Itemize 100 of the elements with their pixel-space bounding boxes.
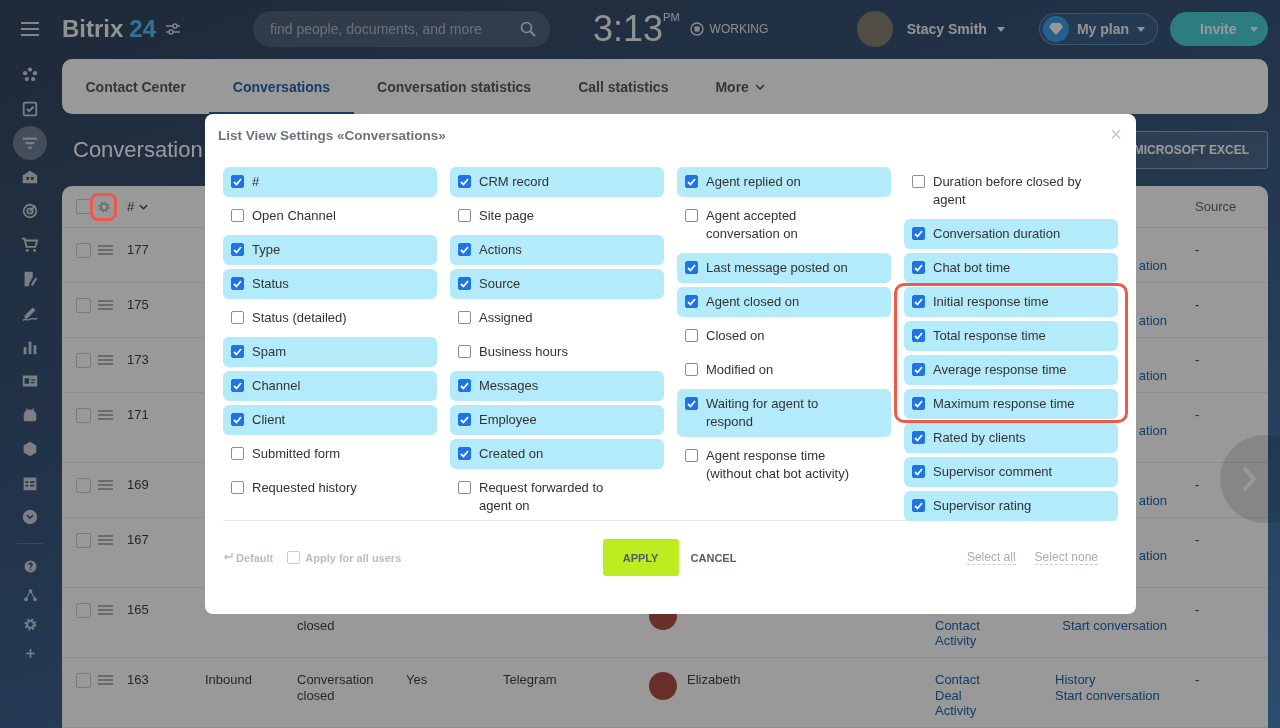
settings-icon[interactable] — [96, 199, 111, 214]
column-option[interactable]: Business hours — [450, 337, 664, 367]
checkbox[interactable] — [231, 345, 244, 358]
column-option[interactable]: Channel — [223, 371, 437, 401]
checkbox[interactable] — [685, 397, 698, 410]
column-option[interactable]: Modified on — [677, 355, 891, 385]
entity-link[interactable]: Contact — [935, 672, 980, 688]
column-option[interactable]: Status — [223, 269, 437, 299]
checkbox[interactable] — [231, 243, 244, 256]
checkbox[interactable] — [685, 295, 698, 308]
row-checkbox[interactable] — [76, 533, 91, 548]
work-status-button[interactable]: WORKING — [689, 22, 769, 36]
tab[interactable]: Contact Center — [62, 59, 210, 114]
column-option[interactable]: Last message posted on — [677, 253, 891, 283]
checkbox[interactable] — [231, 277, 244, 290]
checkbox[interactable] — [458, 345, 471, 358]
column-option[interactable]: Employee — [450, 405, 664, 435]
column-option[interactable]: # — [223, 167, 437, 197]
row-checkbox[interactable] — [76, 408, 91, 423]
row-checkbox[interactable] — [76, 353, 91, 368]
column-option[interactable]: Source — [450, 269, 664, 299]
column-header[interactable]: # — [127, 199, 205, 214]
checkbox[interactable] — [912, 499, 925, 512]
apply-button[interactable]: APPLY — [602, 539, 679, 576]
checkbox[interactable] — [231, 209, 244, 222]
row-checkbox[interactable] — [76, 243, 91, 258]
checkbox[interactable] — [912, 465, 925, 478]
column-option[interactable]: Messages — [450, 371, 664, 401]
column-option[interactable]: CRM record — [450, 167, 664, 197]
checkbox[interactable] — [685, 363, 698, 376]
tab[interactable]: Call statistics — [554, 59, 692, 114]
column-option[interactable]: Supervisor comment — [904, 457, 1118, 487]
drag-handle-icon[interactable] — [98, 535, 113, 545]
column-option[interactable]: Open Channel — [223, 201, 437, 231]
checkbox[interactable] — [231, 481, 244, 494]
column-option[interactable]: Conversation duration — [904, 219, 1118, 249]
checkbox[interactable] — [685, 209, 698, 222]
column-option[interactable]: Agent replied on — [677, 167, 891, 197]
checkbox[interactable] — [685, 175, 698, 188]
drag-handle-icon[interactable] — [98, 245, 113, 255]
row-checkbox[interactable] — [76, 298, 91, 313]
column-option[interactable]: Spam — [223, 337, 437, 367]
checkbox[interactable] — [685, 449, 698, 462]
checkbox[interactable] — [912, 431, 925, 444]
column-option[interactable]: Closed on — [677, 321, 891, 351]
column-option[interactable]: Rated by clients — [904, 423, 1118, 453]
checkbox[interactable] — [912, 261, 925, 274]
row-checkbox[interactable] — [76, 478, 91, 493]
drag-handle-icon[interactable] — [98, 480, 113, 490]
action-link[interactable]: ation — [1138, 422, 1167, 438]
column-option[interactable]: Request forwarded to agent on — [450, 473, 664, 521]
action-link[interactable]: Start conversation — [1062, 617, 1167, 633]
column-header[interactable]: Source — [1195, 199, 1268, 214]
checkbox[interactable] — [458, 175, 471, 188]
entity-link[interactable]: Activity — [935, 703, 977, 719]
row-checkbox[interactable] — [76, 603, 91, 618]
checkbox[interactable] — [287, 551, 301, 564]
checkbox[interactable] — [912, 175, 925, 188]
entity-link[interactable]: Deal — [935, 687, 962, 703]
sliders-icon[interactable] — [166, 23, 181, 35]
user-menu-button[interactable]: Stacy Smith — [906, 21, 1005, 37]
column-option[interactable]: Client — [223, 405, 437, 435]
drag-handle-icon[interactable] — [98, 355, 113, 365]
checkbox[interactable] — [458, 277, 471, 290]
column-option[interactable]: Supervisor rating — [904, 491, 1118, 521]
column-option[interactable]: Agent response time (without chat bot activity) — [677, 441, 891, 489]
checkbox[interactable] — [458, 379, 471, 392]
column-option[interactable]: Requested history — [223, 473, 437, 503]
checkbox[interactable] — [458, 481, 471, 494]
drag-handle-icon[interactable] — [98, 675, 113, 685]
checkbox[interactable] — [458, 311, 471, 324]
column-option[interactable]: Duration before closed by agent — [904, 167, 1118, 215]
tab[interactable]: More — [691, 59, 789, 114]
column-option[interactable]: Created on — [450, 439, 664, 469]
tab[interactable]: Conversation statistics — [353, 59, 555, 114]
column-option[interactable]: Agent closed on — [677, 287, 891, 317]
column-option[interactable]: Agent accepted conversation on — [677, 201, 891, 249]
checkbox[interactable] — [231, 413, 244, 426]
column-option[interactable]: Maximum response time — [904, 389, 1118, 419]
checkbox[interactable] — [912, 227, 925, 240]
drag-handle-icon[interactable] — [98, 605, 113, 615]
checkbox[interactable] — [458, 243, 471, 256]
action-link[interactable]: ation — [1138, 367, 1167, 383]
column-option[interactable]: Assigned — [450, 303, 664, 333]
entity-link[interactable]: Contact — [935, 617, 980, 633]
action-link[interactable]: ation — [1138, 257, 1167, 273]
checkbox[interactable] — [458, 447, 471, 460]
column-option[interactable]: Waiting for agent to respond — [677, 389, 891, 437]
drag-handle-icon[interactable] — [98, 410, 113, 420]
action-link[interactable]: Start conversation — [1055, 687, 1160, 703]
column-option[interactable]: Status (detailed) — [223, 303, 437, 333]
checkbox[interactable] — [685, 329, 698, 342]
checkbox[interactable] — [458, 209, 471, 222]
column-option[interactable]: Actions — [450, 235, 664, 265]
checkbox[interactable] — [912, 295, 925, 308]
action-link[interactable]: ation — [1138, 547, 1167, 563]
drag-handle-icon[interactable] — [98, 300, 113, 310]
entity-link[interactable]: Activity — [935, 633, 977, 649]
checkbox[interactable] — [231, 311, 244, 324]
column-option[interactable]: Submitted form — [223, 439, 437, 469]
